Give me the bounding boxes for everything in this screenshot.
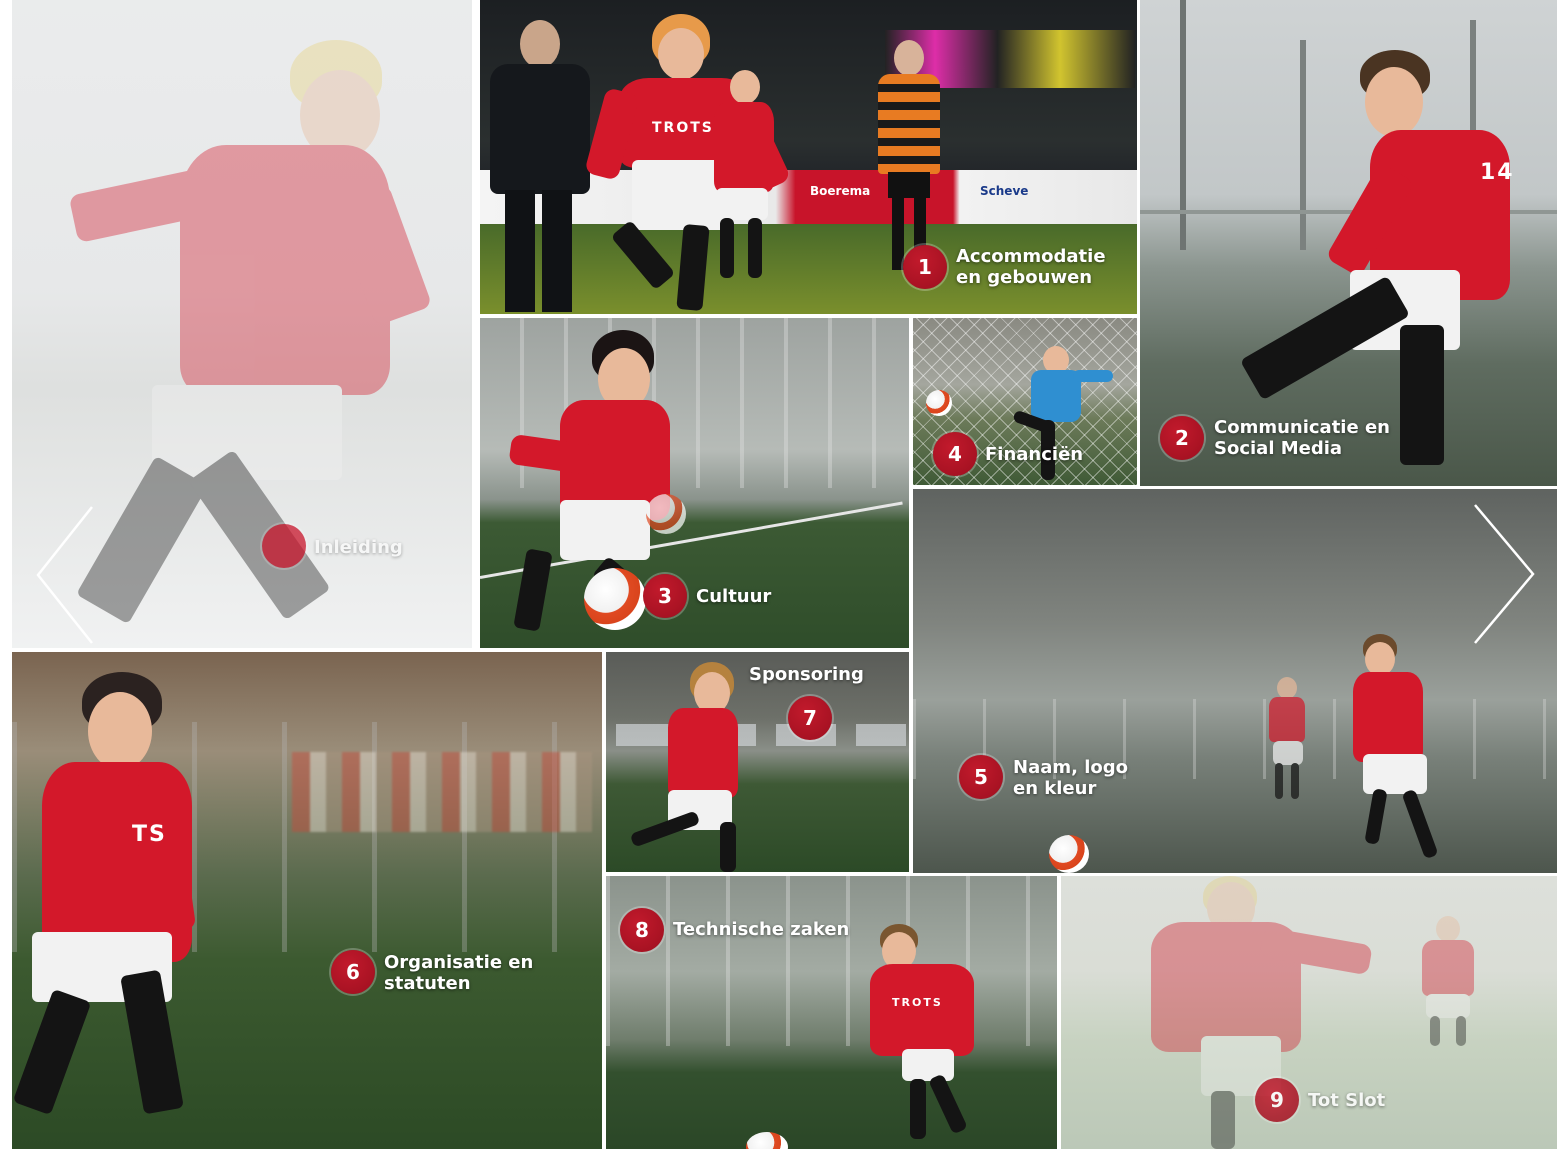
player-image <box>1416 916 1486 1046</box>
player-image <box>1265 677 1315 802</box>
chevron-left-icon <box>36 506 93 644</box>
badge-5: 5 <box>959 755 1003 799</box>
cultuur-label: Cultuur <box>696 586 772 607</box>
next-arrow[interactable] <box>1473 503 1537 645</box>
player-image: 14 <box>1200 45 1530 475</box>
badge-1: 1 <box>903 245 947 289</box>
badge-9: 9 <box>1255 1078 1299 1122</box>
tile-technische-zaken[interactable]: TROTS 8 Technische zaken <box>606 876 1057 1149</box>
badge-4: 4 <box>933 432 977 476</box>
inleiding-badge <box>262 524 306 568</box>
player-image: TROTS <box>870 924 1000 1144</box>
football-image <box>646 494 686 534</box>
football-image <box>926 390 952 416</box>
financien-label: Financiën <box>985 444 1084 465</box>
chevron-right-icon <box>1474 504 1535 644</box>
tile-sponsoring[interactable]: Sponsoring 7 <box>606 652 909 872</box>
badge-6: 6 <box>331 950 375 994</box>
football-image <box>1049 835 1089 873</box>
tile-cultuur[interactable]: 3 Cultuur <box>480 318 909 648</box>
background-crowd <box>292 752 592 832</box>
tile-communicatie[interactable]: 14 2 Communicatie en Social Media <box>1140 0 1557 486</box>
sponsoring-label: Sponsoring <box>749 664 864 685</box>
tot-slot-label: Tot Slot <box>1308 1090 1386 1111</box>
communicatie-label: Communicatie en Social Media <box>1214 417 1390 459</box>
badge-2: 2 <box>1160 416 1204 460</box>
tile-inleiding[interactable]: Inleiding <box>12 0 472 648</box>
banner-sign: Boerema <box>810 184 871 198</box>
accommodatie-label: Accommodatie en gebouwen <box>956 246 1106 288</box>
badge-3: 3 <box>643 574 687 618</box>
badge-7: 7 <box>788 696 832 740</box>
naam-logo-label: Naam, logo en kleur <box>1013 757 1129 799</box>
football-image <box>584 568 646 630</box>
opponent-figure <box>878 40 940 270</box>
tile-naam-logo[interactable]: 5 Naam, logo en kleur <box>913 489 1557 873</box>
inleiding-label: Inleiding <box>314 537 403 558</box>
technische-zaken-label: Technische zaken <box>673 919 850 940</box>
player-image <box>1343 634 1463 864</box>
coach-figure <box>480 20 600 312</box>
player-image: TS <box>12 672 232 1142</box>
tile-accommodatie[interactable]: Boerema Scheve TROTS 1 Accommodatie en g… <box>480 0 1137 314</box>
prev-arrow[interactable] <box>36 505 96 645</box>
player-image <box>708 70 788 280</box>
banner-sign: Scheve <box>980 184 1029 198</box>
badge-8: 8 <box>620 908 664 952</box>
organisatie-label: Organisatie en statuten <box>384 952 534 994</box>
tile-organisatie[interactable]: TS 6 Organisatie en statuten <box>12 652 602 1149</box>
tile-financien[interactable]: 4 Financiën <box>913 318 1137 485</box>
player-image <box>620 662 760 872</box>
tile-tot-slot[interactable]: 9 Tot Slot <box>1061 876 1557 1149</box>
